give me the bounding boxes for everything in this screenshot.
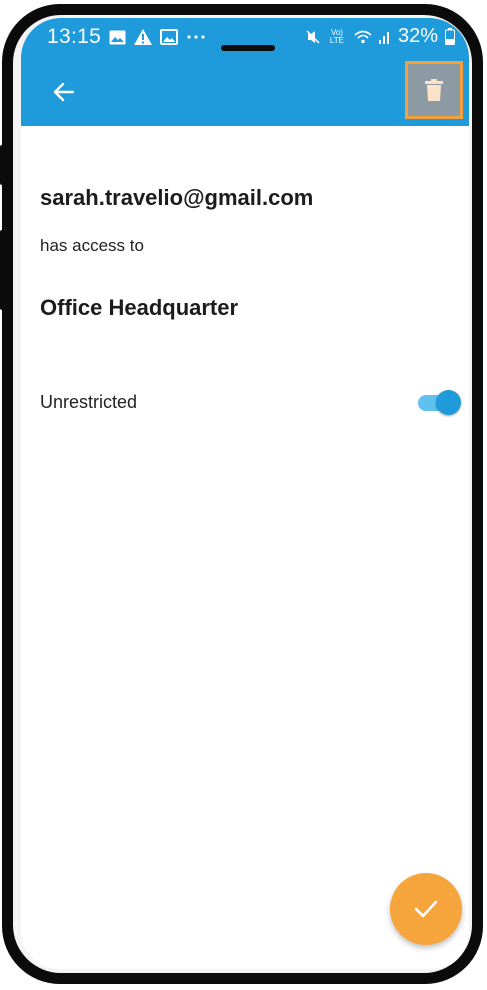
mute-vibrate-icon (306, 29, 320, 44)
more-dots-icon (187, 35, 205, 39)
camera-notch (221, 45, 275, 51)
status-bar: 13:15 Vo) LTE 32% (21, 18, 469, 51)
image-icon (160, 29, 179, 45)
app-bar: 13:15 Vo) LTE 32% (21, 18, 469, 126)
signal-icon (378, 31, 389, 44)
back-button[interactable] (51, 79, 77, 105)
unrestricted-toggle[interactable] (416, 390, 462, 415)
arrow-left-icon (53, 82, 75, 102)
restriction-label: Unrestricted (40, 392, 138, 412)
wifi-icon (354, 30, 372, 43)
access-text: has access to (40, 236, 144, 255)
place-name: Office Headquarter (40, 295, 239, 320)
trash-icon (425, 79, 443, 101)
check-icon (414, 900, 438, 918)
network-label: Vo) LTE (329, 27, 344, 45)
status-time: 13:15 (47, 25, 102, 48)
battery-percent: 32% (397, 25, 438, 47)
email-title: sarah.travelio@gmail.com (40, 185, 314, 210)
battery-icon (445, 28, 455, 45)
toggle-thumb (436, 390, 461, 415)
volume-down-button (0, 230, 5, 310)
gallery-icon (109, 30, 126, 44)
confirm-fab[interactable] (390, 873, 462, 945)
warning-icon (134, 29, 153, 45)
phone-screen: 13:15 Vo) LTE 32% sarah.travelio@gmail.c… (21, 18, 469, 969)
volume-up-button (0, 145, 5, 185)
delete-button[interactable] (405, 61, 463, 119)
